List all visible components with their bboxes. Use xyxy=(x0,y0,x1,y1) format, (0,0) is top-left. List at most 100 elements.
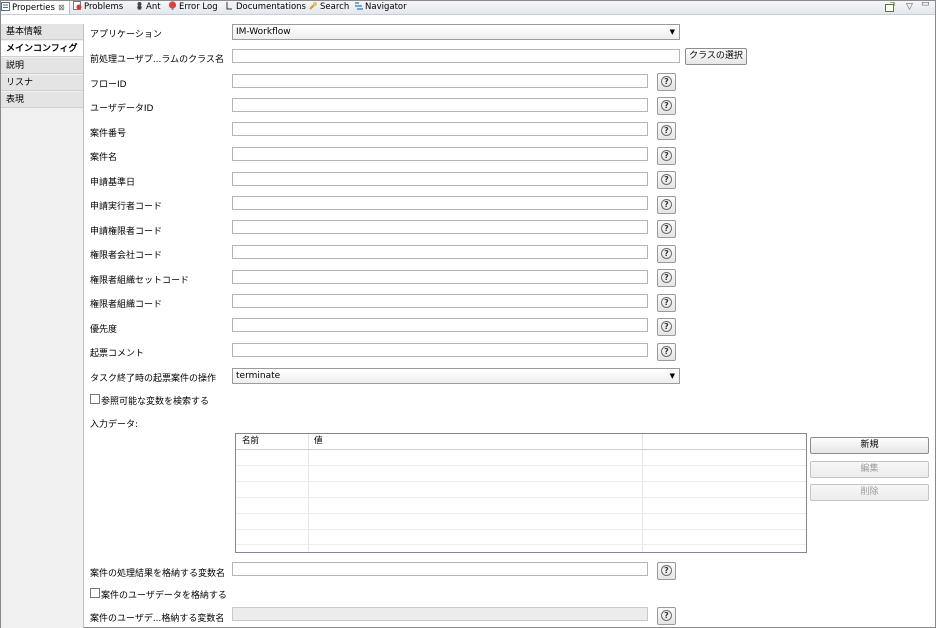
class-select-button[interactable]: クラスの選択 xyxy=(685,48,747,65)
pin-view-icon[interactable] xyxy=(885,1,895,15)
error-log-icon xyxy=(168,1,177,10)
tab-documentations[interactable]: Documentations xyxy=(225,1,306,14)
task-end-operation-label: タスク終了時の起票案件の操作 xyxy=(90,374,217,384)
help-icon: ? xyxy=(661,272,672,283)
column-header-value[interactable]: 値 xyxy=(308,434,642,449)
authorizer-company-code-field[interactable] xyxy=(232,245,648,259)
userdata-id-label: ユーザデータID xyxy=(90,104,154,114)
help-button[interactable]: ? xyxy=(657,97,676,115)
delete-button[interactable]: 削除 xyxy=(810,484,929,501)
help-button[interactable]: ? xyxy=(657,318,676,336)
view-tab-bar: Properties ⊠ Problems Ant Error Log Docum… xyxy=(1,0,935,15)
row-divider xyxy=(236,465,806,466)
help-icon: ? xyxy=(661,248,672,259)
help-icon: ? xyxy=(661,150,672,161)
help-button[interactable]: ? xyxy=(657,147,676,165)
help-button[interactable]: ? xyxy=(657,220,676,238)
tab-navigator[interactable]: Navigator xyxy=(354,1,407,14)
help-button[interactable]: ? xyxy=(657,343,676,361)
apply-executor-code-label: 申請実行者コード xyxy=(90,202,163,212)
matter-name-field[interactable] xyxy=(232,147,648,161)
help-icon: ? xyxy=(661,125,672,136)
apply-base-date-label: 申請基準日 xyxy=(90,178,136,188)
tab-ant[interactable]: Ant xyxy=(135,1,161,14)
apply-base-date-field[interactable] xyxy=(232,172,648,186)
authorizer-org-set-code-label: 権限者組織セットコード xyxy=(90,276,190,286)
new-button[interactable]: 新規 xyxy=(810,437,929,454)
help-icon: ? xyxy=(661,610,672,621)
help-icon: ? xyxy=(661,321,672,332)
help-icon: ? xyxy=(661,174,672,185)
help-button[interactable]: ? xyxy=(657,245,676,263)
matter-number-field[interactable] xyxy=(232,122,648,136)
apply-authorizer-code-label: 申請権限者コード xyxy=(90,227,163,237)
tab-problems[interactable]: Problems xyxy=(73,1,123,14)
input-data-label: 入力データ: xyxy=(90,420,139,430)
store-userdata-checkbox[interactable] xyxy=(90,588,100,598)
side-tab-basic-info[interactable]: 基本情報 xyxy=(1,24,83,40)
side-tab-divider xyxy=(83,24,84,628)
help-icon: ? xyxy=(661,346,672,357)
authorizer-company-code-label: 権限者会社コード xyxy=(90,251,163,261)
close-icon[interactable]: ⊠ xyxy=(58,3,65,12)
search-variables-checkbox[interactable] xyxy=(90,394,100,404)
matter-number-label: 案件番号 xyxy=(90,129,127,139)
preprocess-class-field[interactable] xyxy=(232,49,680,63)
problems-icon xyxy=(73,1,82,10)
dropdown-arrow-icon: ▼ xyxy=(669,28,675,36)
row-divider xyxy=(236,481,806,482)
row-divider xyxy=(236,497,806,498)
row-divider xyxy=(236,513,806,514)
draft-comment-field[interactable] xyxy=(232,343,648,357)
result-variable-label: 案件の処理結果を格納する変数名 xyxy=(90,569,226,579)
tab-search[interactable]: Search xyxy=(309,1,349,14)
properties-icon xyxy=(1,2,10,11)
help-button[interactable]: ? xyxy=(657,171,676,189)
tab-properties[interactable]: Properties ⊠ xyxy=(1,1,70,14)
flow-id-label: フローID xyxy=(90,80,127,90)
side-tab-expression[interactable]: 表現 xyxy=(1,92,83,108)
help-icon: ? xyxy=(661,100,672,111)
apply-executor-code-field[interactable] xyxy=(232,196,648,210)
help-button[interactable]: ? xyxy=(657,562,676,580)
column-header-name[interactable]: 名前 xyxy=(236,434,308,449)
search-variables-label: 参照可能な変数を検索する xyxy=(101,397,210,407)
tab-error-log[interactable]: Error Log xyxy=(168,1,218,14)
help-button[interactable]: ? xyxy=(657,607,676,625)
help-button[interactable]: ? xyxy=(657,196,676,214)
minimize-icon[interactable]: ▭ xyxy=(921,0,930,9)
search-icon xyxy=(309,1,318,10)
edit-button[interactable]: 編集 xyxy=(810,461,929,478)
navigator-icon xyxy=(354,1,363,10)
help-icon: ? xyxy=(661,199,672,210)
store-userdata-label: 案件のユーザデータを格納する xyxy=(101,591,227,601)
side-tab-description[interactable]: 説明 xyxy=(1,58,83,74)
result-variable-field[interactable] xyxy=(232,562,648,576)
side-tab-main-config[interactable]: メインコンフィグ xyxy=(1,41,83,57)
application-label: アプリケーション xyxy=(90,30,162,40)
help-icon: ? xyxy=(661,297,672,308)
flow-id-field[interactable] xyxy=(232,74,648,88)
priority-label: 優先度 xyxy=(90,325,118,335)
authorizer-org-code-field[interactable] xyxy=(232,294,648,308)
priority-field[interactable] xyxy=(232,318,648,332)
application-select[interactable]: IM-Workflow ▼ xyxy=(232,24,680,40)
help-button[interactable]: ? xyxy=(657,294,676,312)
apply-authorizer-code-field[interactable] xyxy=(232,220,648,234)
authorizer-org-set-code-field[interactable] xyxy=(232,270,648,284)
column-divider xyxy=(642,434,643,552)
row-divider xyxy=(236,529,806,530)
help-icon: ? xyxy=(661,76,672,87)
userdata-id-field[interactable] xyxy=(232,98,648,112)
help-button[interactable]: ? xyxy=(657,122,676,140)
column-divider xyxy=(308,434,309,552)
help-icon: ? xyxy=(661,565,672,576)
task-end-operation-select[interactable]: terminate ▼ xyxy=(232,368,680,384)
side-tab-listener[interactable]: リスナ xyxy=(1,75,83,91)
side-tab-list: 基本情報 メインコンフィグ 説明 リスナ 表現 xyxy=(1,24,83,628)
help-button[interactable]: ? xyxy=(657,269,676,287)
help-button[interactable]: ? xyxy=(657,73,676,91)
help-icon: ? xyxy=(661,223,672,234)
input-data-table[interactable]: 名前 値 xyxy=(235,433,807,553)
view-menu-icon[interactable]: ▽ xyxy=(906,2,913,12)
